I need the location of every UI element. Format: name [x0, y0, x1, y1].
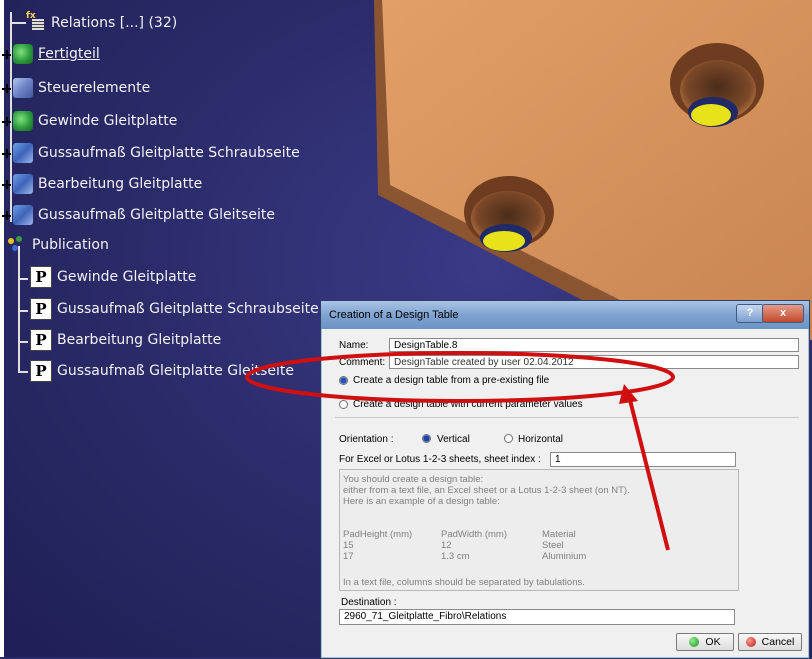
highlight-ellipse: [245, 351, 675, 403]
annotation-arrow-line: [628, 399, 670, 551]
annotation-overlay: [245, 351, 675, 551]
annotation-arrow-head: [619, 384, 638, 404]
